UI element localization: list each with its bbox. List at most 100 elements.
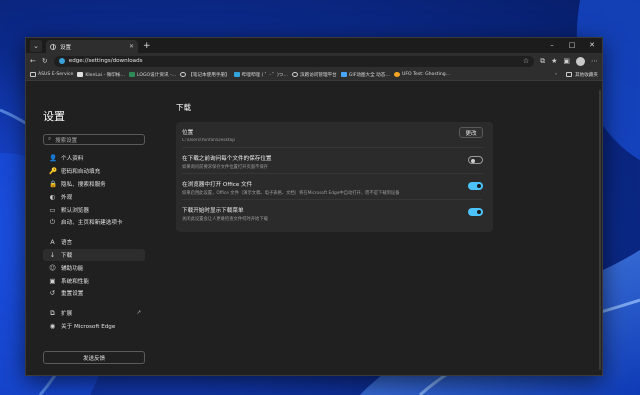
new-tab-button[interactable]: +	[143, 41, 151, 51]
person-icon: 👤	[49, 154, 58, 163]
sidebar-item-reset[interactable]: ↺ 重置设置	[43, 287, 145, 300]
setting-row-location: 位置 C:\Users\Yunfan\Desktop 更改	[182, 122, 483, 148]
reset-icon: ↺	[49, 289, 56, 298]
setting-row-office-files: 在浏览器中打开 Office 文件 如果启用此设置，Office 文件（演示文稿…	[182, 174, 483, 200]
download-icon: ↓	[49, 250, 56, 259]
edge-logo-icon	[58, 58, 65, 64]
ask-location-toggle[interactable]	[468, 156, 483, 164]
tab-settings[interactable]: 设置 ✕	[46, 40, 138, 53]
setting-title: 在浏览器中打开 Office 文件	[182, 182, 253, 188]
address-url: edge://settings/downloads	[68, 58, 143, 64]
page-title: 下载	[176, 103, 191, 112]
lock-icon: 🔒	[49, 179, 58, 188]
bookmark-item[interactable]: LOGO设计资讯 -…	[128, 72, 176, 78]
sidebar-item-label: 辅助功能	[61, 265, 84, 272]
maximize-button[interactable]: □	[562, 38, 582, 53]
window-controls: – □ ✕	[542, 38, 602, 53]
setting-row-show-menu: 下载开始时显示下载菜单 关闭此设置会让人更难检查文件何时开始下载	[182, 200, 483, 226]
browser-icon: ▭	[49, 205, 56, 214]
settings-page: 设置 ⌕ 搜索设置 👤 个人资料 🔑 密码和自动填充 🔒 隐私、搜索和服务 ◐ 外观 ▭…	[26, 82, 602, 375]
sidebar-item-about[interactable]: ◉ 关于 Microsoft Edge	[43, 320, 145, 333]
download-path: C:\Users\Yunfan\Desktop	[182, 138, 235, 143]
tab-actions-button[interactable]: ⌄	[30, 39, 42, 52]
sidebar-item-label: 外观	[61, 194, 73, 201]
downloads-panel: 下载 位置 C:\Users\Yunfan\Desktop 更改 在下载之前询问…	[176, 82, 602, 375]
sidebar-item-start-home[interactable]: ⏻ 启动、主页和新建选项卡	[43, 216, 145, 229]
bookmark-label: 哔哩哔哩 ( ゜- ゜)つ…	[241, 72, 288, 78]
folder-icon	[566, 72, 573, 77]
globe-icon	[180, 72, 187, 77]
search-placeholder: 搜索设置	[55, 137, 78, 144]
bookmark-item[interactable]: GIF动图大全 动态…	[340, 72, 390, 78]
language-icon: A	[50, 238, 55, 247]
more-bookmarks-chevron-icon[interactable]: ›	[555, 72, 557, 77]
setting-description: 如果询问前要求保存文件位置打开页面不保存	[182, 165, 268, 170]
sidebar-item-appearance[interactable]: ◐ 外观	[43, 190, 145, 203]
more-menu-icon[interactable]: ⋯	[591, 57, 598, 65]
split-screen-icon[interactable]: ⧉	[540, 57, 545, 66]
favorites-bar: ASUS E-Service KlenLai - 微印帐… LOGO设计资讯 -…	[26, 69, 602, 81]
bookmark-item[interactable]: 【笔记本使用手册】	[180, 72, 230, 78]
browser-window: ⌄ 设置 ✕ + – □ ✕ ← ↻ edge://settings/downl…	[25, 37, 603, 376]
office-files-toggle[interactable]	[468, 182, 483, 190]
bookmark-label: GIF动图大全 动态…	[348, 72, 390, 78]
back-arrow-icon[interactable]: ←	[30, 57, 36, 65]
extensions-icon: ⧉	[50, 308, 55, 317]
change-location-button[interactable]: 更改	[459, 127, 483, 138]
globe-icon	[292, 72, 298, 77]
tab-title: 设置	[60, 44, 72, 51]
power-icon: ⏻	[49, 217, 56, 226]
bookmark-favicon-icon	[340, 72, 347, 77]
bookmark-favicon-icon	[128, 72, 135, 77]
favorite-star-icon[interactable]: ☆	[523, 57, 529, 65]
edge-logo-icon: ◉	[49, 321, 56, 330]
collections-icon[interactable]: ▣	[563, 57, 570, 65]
bookmark-item[interactable]: ASUS E-Service	[30, 72, 73, 77]
sidebar-item-default-browser[interactable]: ▭ 默认浏览器	[43, 203, 145, 216]
sidebar-item-label: 扩展	[61, 311, 73, 318]
sidebar-item-accessibility[interactable]: ☺ 辅助功能	[43, 261, 145, 274]
profile-avatar[interactable]	[576, 56, 585, 66]
bookmark-item[interactable]: UFO Test: Ghosting…	[393, 72, 451, 77]
settings-nav: 👤 个人资料 🔑 密码和自动填充 🔒 隐私、搜索和服务 ◐ 外观 ▭ 默认浏览器 ⏻ 启动、…	[43, 152, 154, 332]
tab-strip: ⌄ 设置 ✕ + – □ ✕	[26, 38, 602, 53]
tab-close-icon[interactable]: ✕	[129, 43, 134, 50]
sidebar-item-label: 个人资料	[61, 156, 84, 163]
sidebar-item-label: 系统和性能	[61, 278, 89, 285]
sidebar-item-downloads[interactable]: ↓ 下载	[43, 248, 145, 262]
sidebar-item-label: 重置设置	[61, 291, 84, 298]
sidebar-item-label: 下载	[61, 252, 73, 259]
sidebar-item-extensions[interactable]: ⧉ 扩展 ↗	[43, 307, 145, 320]
bookmark-label: UFO Test: Ghosting…	[401, 72, 451, 77]
bookmark-item[interactable]: 滨跑访问管理平台	[292, 72, 337, 78]
minimize-button[interactable]: –	[542, 38, 562, 53]
setting-title: 下载开始时显示下载菜单	[182, 208, 244, 214]
address-bar[interactable]: edge://settings/downloads ☆	[53, 55, 535, 67]
favorites-icon[interactable]: ★	[551, 57, 557, 65]
sidebar-item-system[interactable]: ▣ 系统和性能	[43, 274, 145, 287]
other-favorites-folder[interactable]: 其他收藏夹	[575, 72, 598, 78]
sidebar-item-label: 隐私、搜索和服务	[61, 181, 106, 188]
bookmark-item[interactable]: 哔哩哔哩 ( ゜- ゜)つ…	[233, 72, 288, 78]
setting-title: 在下载之前询问每个文件的保存位置	[182, 156, 272, 162]
folder-icon	[30, 72, 36, 77]
key-icon: 🔑	[49, 167, 58, 176]
downloads-settings-card: 位置 C:\Users\Yunfan\Desktop 更改 在下载之前询问每个文…	[176, 122, 493, 232]
setting-description: 关闭此设置会让人更难检查文件何时开始下载	[182, 217, 268, 222]
external-link-icon: ↗	[136, 310, 141, 317]
sidebar-item-label: 启动、主页和新建选项卡	[61, 220, 123, 227]
send-feedback-button[interactable]: 发送反馈	[43, 351, 145, 364]
settings-sidebar: 设置 ⌕ 搜索设置 👤 个人资料 🔑 密码和自动填充 🔒 隐私、搜索和服务 ◐ 外观 ▭…	[26, 82, 154, 375]
sidebar-item-passwords[interactable]: 🔑 密码和自动填充	[43, 165, 145, 178]
sidebar-item-privacy[interactable]: 🔒 隐私、搜索和服务	[43, 178, 145, 191]
close-window-button[interactable]: ✕	[582, 38, 602, 53]
scrollbar[interactable]	[599, 90, 601, 370]
setting-description: 如果启用此设置，Office 文件（演示文稿、电子表格、文档）将在Microso…	[182, 191, 400, 196]
search-settings-input[interactable]: ⌕ 搜索设置	[43, 134, 145, 145]
bookmark-item[interactable]: KlenLai - 微印帐…	[77, 72, 125, 78]
sidebar-item-profiles[interactable]: 👤 个人资料	[43, 152, 145, 165]
refresh-icon[interactable]: ↻	[42, 57, 48, 65]
show-downloads-menu-toggle[interactable]	[468, 208, 483, 216]
system-icon: ▣	[49, 276, 56, 285]
sidebar-item-languages[interactable]: A 语言	[43, 236, 145, 249]
